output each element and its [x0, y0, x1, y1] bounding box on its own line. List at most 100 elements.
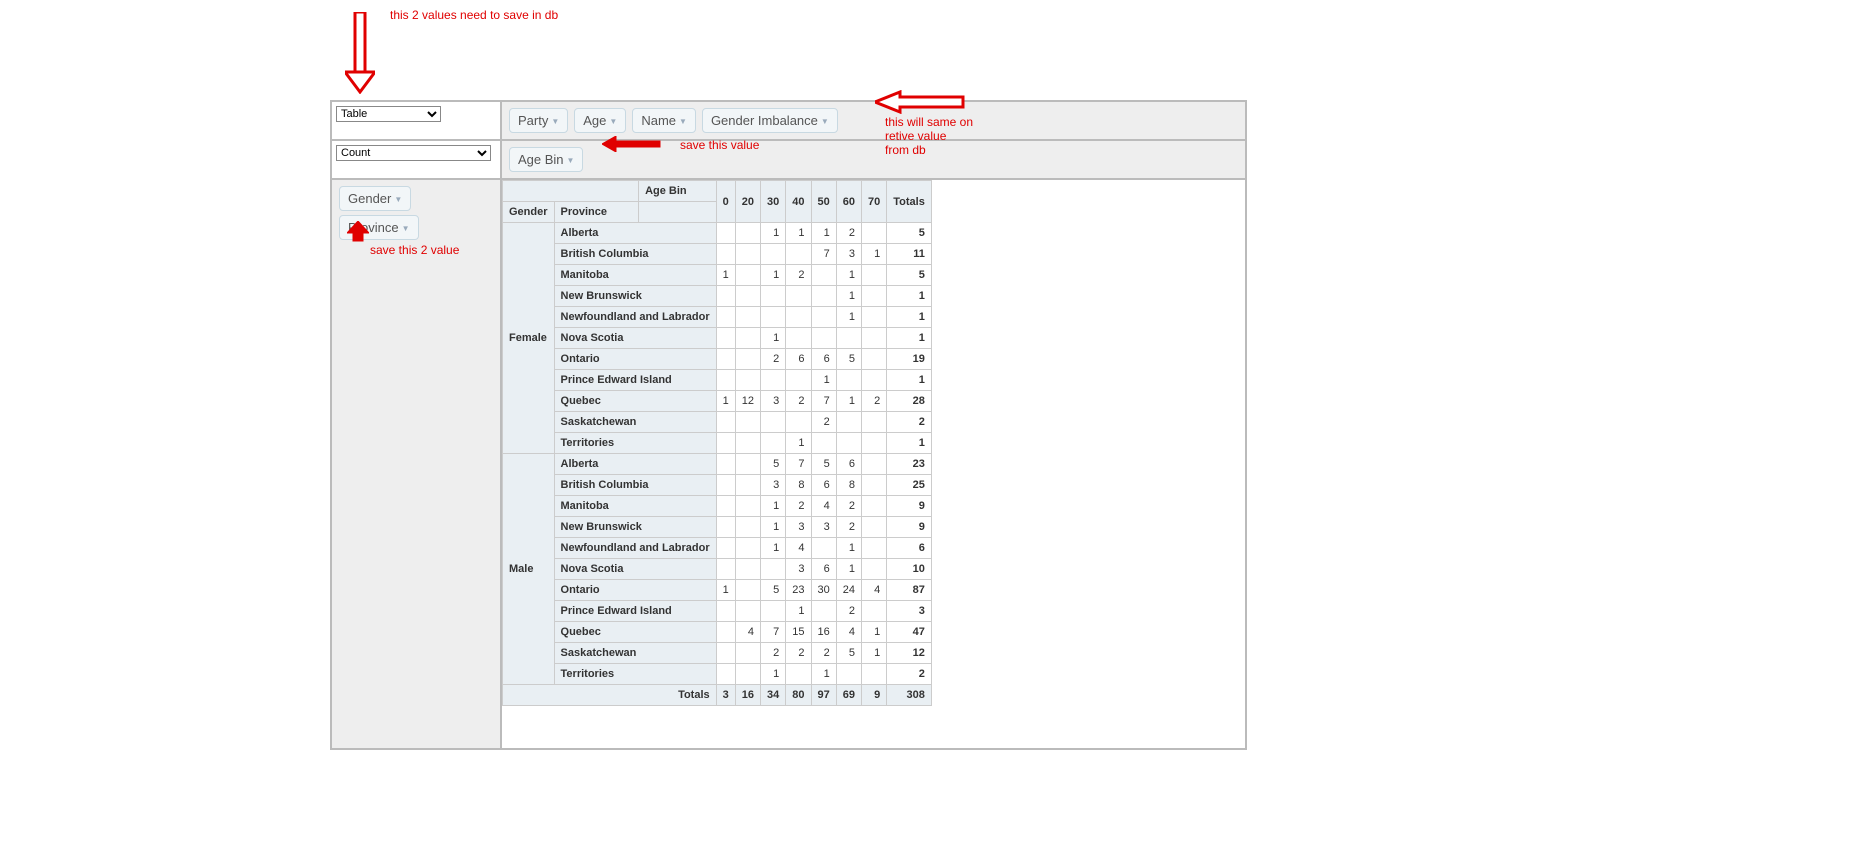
attr-pill-age-bin[interactable]: Age Bin▼ — [509, 147, 583, 172]
data-cell — [811, 286, 836, 307]
data-cell — [735, 223, 760, 244]
attr-pill-name[interactable]: Name▼ — [632, 108, 696, 133]
data-cell: 2 — [836, 601, 861, 622]
data-cell — [811, 601, 836, 622]
province-label: Quebec — [554, 391, 716, 412]
row-total: 47 — [887, 622, 932, 643]
data-cell — [811, 538, 836, 559]
dropdown-icon[interactable]: ▼ — [551, 117, 559, 126]
data-cell: 1 — [811, 370, 836, 391]
data-cell: 5 — [836, 643, 861, 664]
table-row: Newfoundland and Labrador1416 — [503, 538, 932, 559]
province-label: Saskatchewan — [554, 643, 716, 664]
data-cell — [716, 538, 735, 559]
dropdown-icon[interactable]: ▼ — [821, 117, 829, 126]
data-cell: 3 — [761, 475, 786, 496]
annotation-right-2: retive value — [885, 129, 946, 143]
data-cell — [735, 433, 760, 454]
data-cell: 4 — [836, 622, 861, 643]
province-label: Nova Scotia — [554, 328, 716, 349]
data-cell — [735, 412, 760, 433]
data-cell: 23 — [786, 580, 811, 601]
row-total: 9 — [887, 496, 932, 517]
row-attr-header-province: Province — [554, 202, 639, 223]
col-bucket-60: 60 — [836, 181, 861, 223]
data-cell: 2 — [786, 265, 811, 286]
row-total: 1 — [887, 433, 932, 454]
attr-pill-age[interactable]: Age▼ — [574, 108, 626, 133]
data-cell — [735, 580, 760, 601]
dropdown-icon[interactable]: ▼ — [394, 195, 402, 204]
data-cell — [735, 265, 760, 286]
data-cell — [862, 349, 887, 370]
row-attrs-area[interactable]: Gender▼ Province▼ — [331, 179, 501, 749]
data-cell — [716, 601, 735, 622]
dropdown-icon[interactable]: ▼ — [679, 117, 687, 126]
col-attrs-area[interactable]: Age Bin▼ — [501, 140, 1246, 179]
data-cell: 6 — [811, 559, 836, 580]
blank-under-colattr — [639, 202, 717, 223]
data-cell — [862, 433, 887, 454]
row-attr-header-gender: Gender — [503, 202, 555, 223]
data-cell: 1 — [761, 664, 786, 685]
data-cell: 4 — [735, 622, 760, 643]
province-label: Nova Scotia — [554, 559, 716, 580]
data-cell: 1 — [836, 538, 861, 559]
data-cell — [786, 244, 811, 265]
row-total: 23 — [887, 454, 932, 475]
aggregator-select[interactable]: Count — [336, 145, 491, 161]
data-cell — [786, 328, 811, 349]
data-cell — [862, 412, 887, 433]
renderer-select[interactable]: Table — [336, 106, 441, 122]
dropdown-icon[interactable]: ▼ — [567, 156, 575, 165]
col-total: 80 — [786, 685, 811, 706]
data-cell: 7 — [761, 622, 786, 643]
data-cell: 7 — [811, 391, 836, 412]
table-row: Nova Scotia11 — [503, 328, 932, 349]
attr-pill-gender[interactable]: Gender▼ — [339, 186, 411, 211]
data-cell: 2 — [786, 496, 811, 517]
data-cell — [716, 307, 735, 328]
unused-attrs-area[interactable]: Party▼Age▼Name▼Gender Imbalance▼ — [501, 101, 1246, 140]
data-cell — [735, 601, 760, 622]
blank-corner — [503, 181, 639, 202]
data-cell — [761, 433, 786, 454]
dropdown-icon[interactable]: ▼ — [402, 224, 410, 233]
data-cell — [836, 328, 861, 349]
data-cell — [836, 664, 861, 685]
annotation-right-1: this will same on — [885, 115, 973, 129]
data-cell: 7 — [811, 244, 836, 265]
table-row: British Columbia73111 — [503, 244, 932, 265]
row-total: 6 — [887, 538, 932, 559]
data-cell — [716, 496, 735, 517]
table-row: Nova Scotia36110 — [503, 559, 932, 580]
attr-pill-gender-imbalance[interactable]: Gender Imbalance▼ — [702, 108, 838, 133]
data-cell: 4 — [786, 538, 811, 559]
data-cell — [862, 559, 887, 580]
data-cell: 5 — [761, 580, 786, 601]
province-label: Ontario — [554, 580, 716, 601]
data-cell — [735, 349, 760, 370]
row-total: 25 — [887, 475, 932, 496]
dropdown-icon[interactable]: ▼ — [609, 117, 617, 126]
data-cell: 1 — [862, 622, 887, 643]
attr-pill-party[interactable]: Party▼ — [509, 108, 568, 133]
data-cell: 3 — [811, 517, 836, 538]
attr-pill-province[interactable]: Province▼ — [339, 215, 419, 240]
data-cell: 1 — [836, 286, 861, 307]
table-row: Ontario15233024487 — [503, 580, 932, 601]
gender-label: Male — [503, 454, 555, 685]
data-cell — [716, 244, 735, 265]
province-label: British Columbia — [554, 244, 716, 265]
table-row: New Brunswick11 — [503, 286, 932, 307]
data-cell: 1 — [761, 265, 786, 286]
data-cell: 1 — [786, 223, 811, 244]
data-cell: 1 — [862, 643, 887, 664]
data-cell: 8 — [836, 475, 861, 496]
data-cell — [716, 223, 735, 244]
province-label: Manitoba — [554, 496, 716, 517]
row-total: 3 — [887, 601, 932, 622]
row-total: 28 — [887, 391, 932, 412]
col-bucket-20: 20 — [735, 181, 760, 223]
province-label: Quebec — [554, 622, 716, 643]
